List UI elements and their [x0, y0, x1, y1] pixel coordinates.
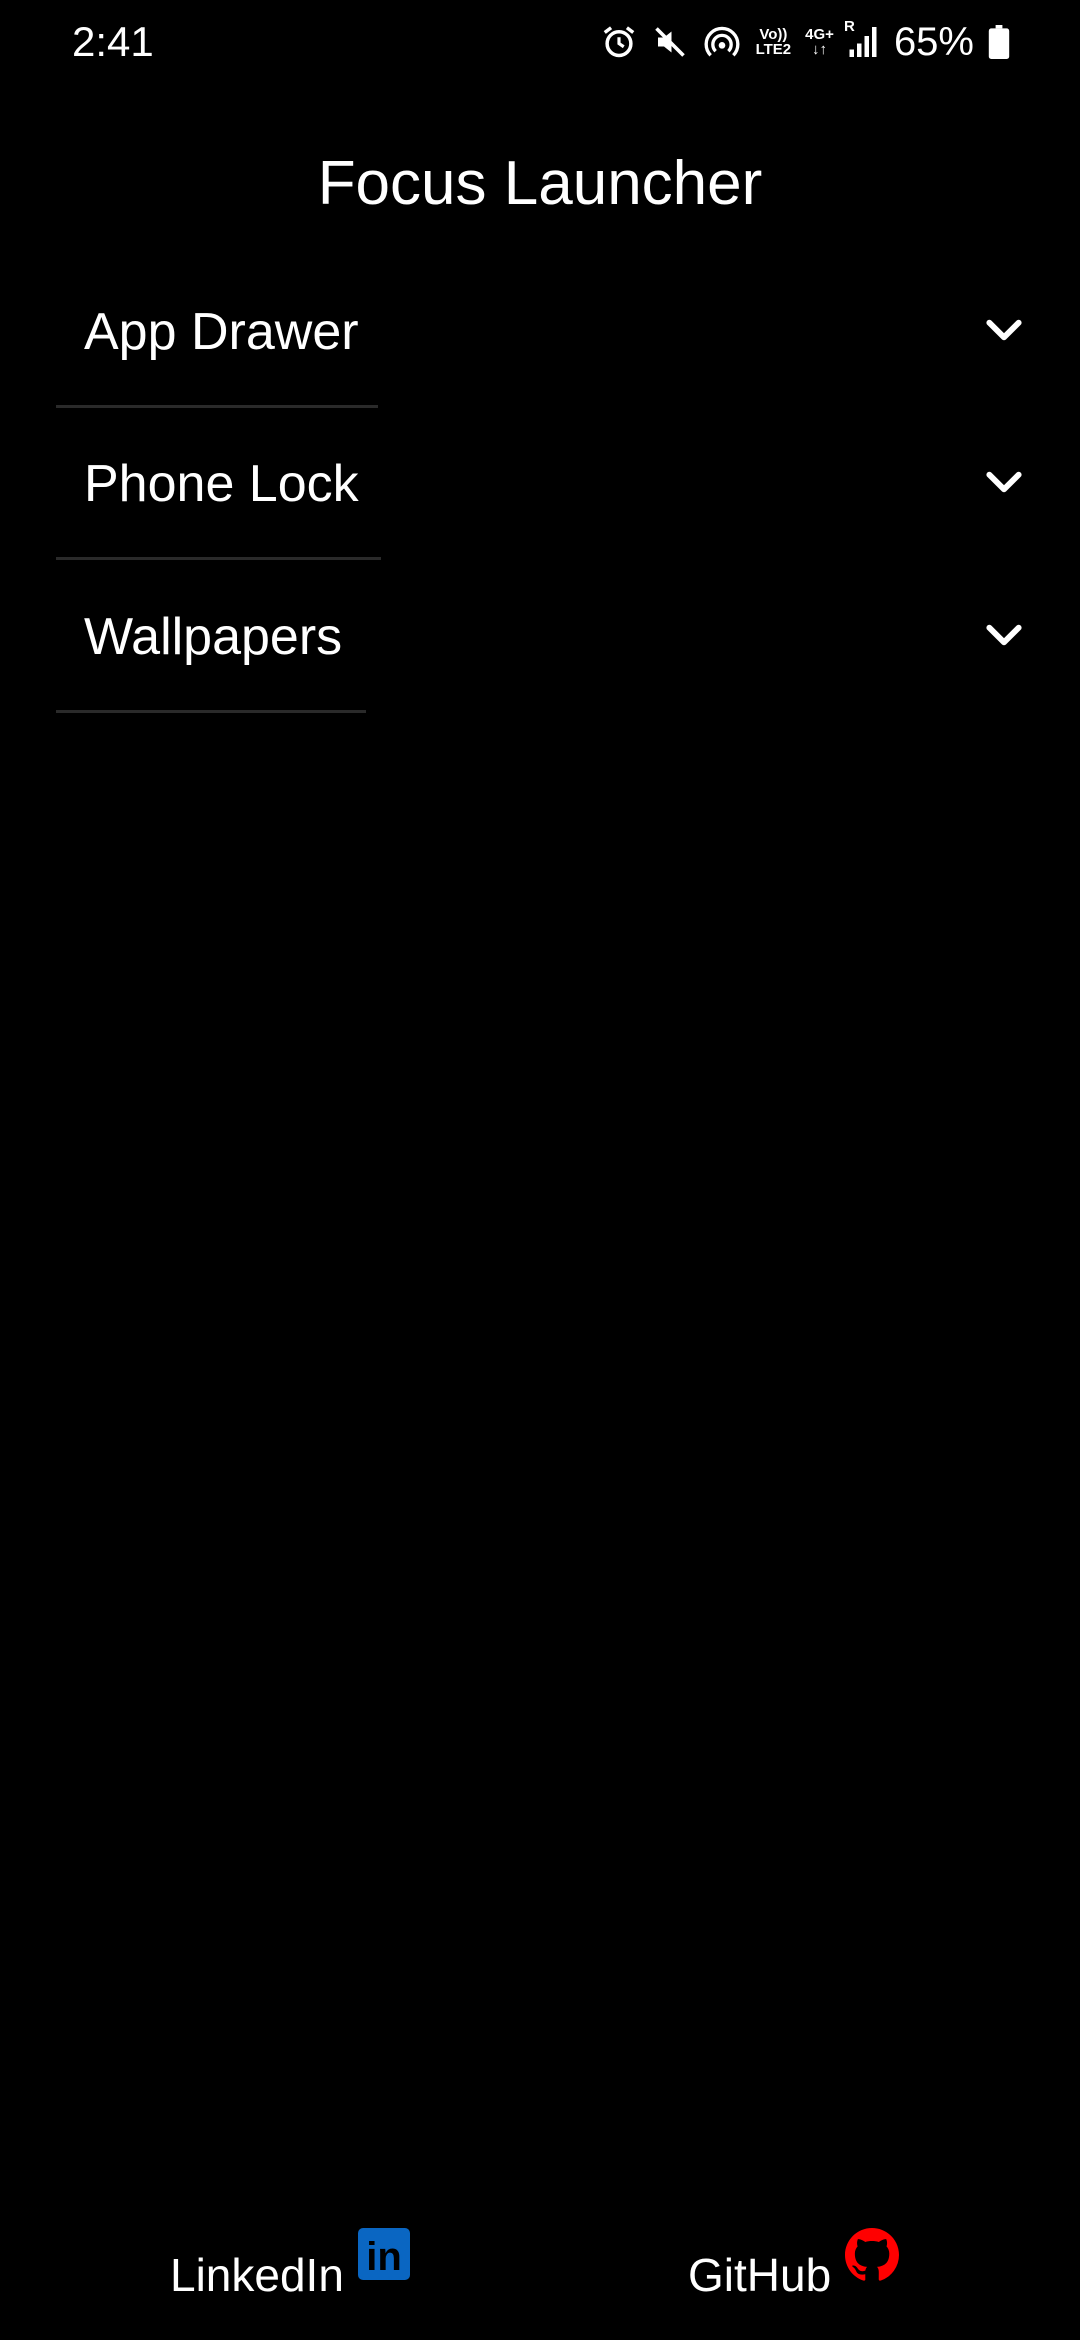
- linkedin-icon: in: [357, 2228, 410, 2280]
- 4g-data-icon: 4G+ ↓↑: [805, 27, 834, 57]
- github-link[interactable]: GitHub: [688, 2228, 900, 2302]
- status-time: 2:41: [72, 18, 154, 65]
- 4g-label: 4G+: [805, 26, 834, 43]
- data-arrows: ↓↑: [812, 41, 828, 58]
- linkedin-icon-text: in: [366, 2235, 402, 2279]
- status-bar: 2:41 Vo)) LTE2 4G+ ↓↑ R 65%: [0, 0, 1080, 84]
- battery-icon: [988, 25, 1010, 59]
- hotspot-icon: [702, 22, 742, 62]
- github-icon: [845, 2228, 900, 2281]
- page-title: Focus Launcher: [317, 149, 763, 218]
- mute-icon: [652, 24, 688, 60]
- battery-percent: 65%: [893, 19, 974, 64]
- chevron-down-icon[interactable]: [982, 460, 1026, 504]
- section-label: App Drawer: [84, 303, 359, 361]
- alarm-icon: [600, 23, 638, 61]
- chevron-down-icon[interactable]: [982, 308, 1026, 352]
- section-phone-lock[interactable]: Phone Lock: [56, 408, 1026, 560]
- volte-label: Vo)): [759, 26, 788, 43]
- section-wallpapers[interactable]: Wallpapers: [56, 561, 1026, 713]
- signal-icon: R: [844, 18, 878, 60]
- section-divider: [56, 557, 381, 560]
- section-label: Phone Lock: [84, 455, 359, 513]
- roaming-label: R: [843, 18, 855, 35]
- github-label: GitHub: [688, 2249, 832, 2301]
- lte-label: LTE2: [755, 41, 792, 58]
- section-label: Wallpapers: [84, 608, 343, 666]
- status-icons: Vo)) LTE2 4G+ ↓↑ R 65%: [600, 16, 1010, 68]
- chevron-down-icon[interactable]: [982, 613, 1026, 657]
- linkedin-link[interactable]: LinkedIn in: [170, 2228, 410, 2302]
- section-divider: [56, 710, 366, 713]
- volte-icon: Vo)) LTE2: [756, 27, 792, 57]
- linkedin-label: LinkedIn: [170, 2249, 344, 2301]
- section-app-drawer[interactable]: App Drawer: [56, 256, 1026, 408]
